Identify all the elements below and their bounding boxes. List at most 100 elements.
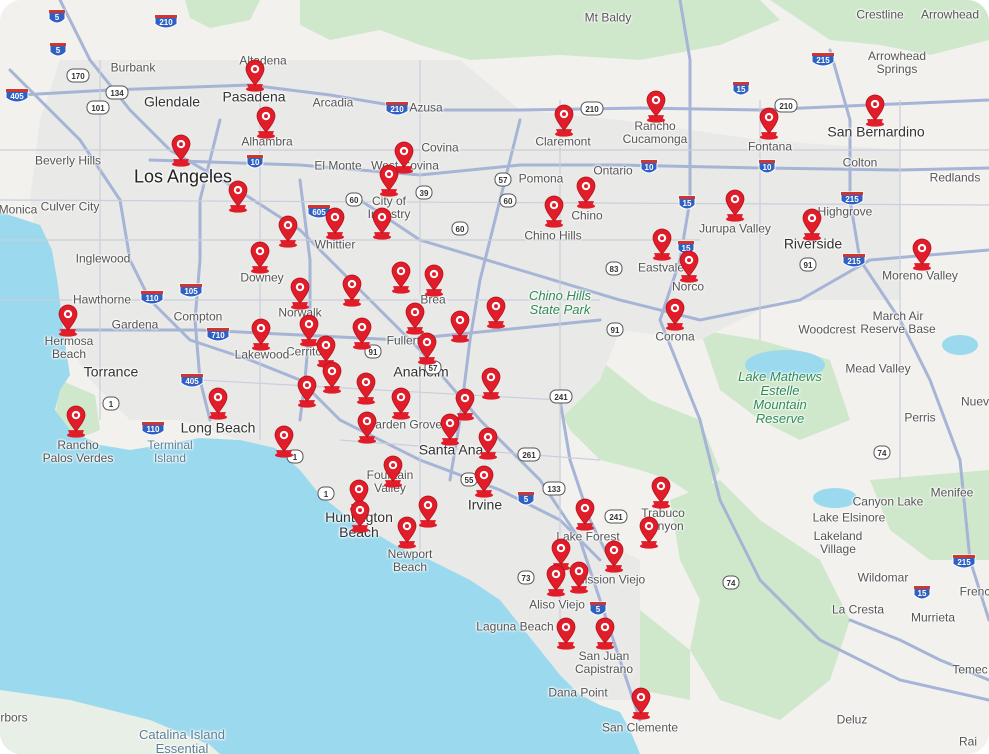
location-marker[interactable] [56,303,80,337]
location-marker[interactable] [479,366,503,400]
location-marker[interactable] [573,497,597,531]
location-marker[interactable] [663,297,687,331]
location-marker[interactable] [554,616,578,650]
map-pin-icon [356,372,376,405]
route-shield-number: 1 [109,400,114,409]
route-shield-60: 60 [499,193,517,208]
location-marker[interactable] [226,179,250,213]
location-marker[interactable] [389,260,413,294]
location-marker[interactable] [206,386,230,420]
location-marker[interactable] [248,240,272,274]
map-pin-icon [58,304,78,337]
location-marker[interactable] [254,105,278,139]
map-pin-icon [372,207,392,240]
route-shield-405: 405 [180,373,204,388]
location-marker[interactable] [354,371,378,405]
location-marker[interactable] [350,316,374,350]
location-marker[interactable] [272,424,296,458]
route-shield-10: 10 [640,159,658,174]
location-marker[interactable] [395,515,419,549]
map-pin-icon [325,207,345,240]
route-shield-number: 91 [611,326,620,335]
route-shield-91: 91 [606,322,624,337]
route-shield-number: 5 [524,495,529,504]
map-pin-icon [228,180,248,213]
location-marker[interactable] [415,331,439,365]
location-marker[interactable] [552,103,576,137]
map-canvas[interactable]: Altadena Mt Baldy Crestline Arrowhead Burban… [0,0,989,754]
map-pin-icon [478,427,498,460]
map-pin-icon [450,310,470,343]
location-marker[interactable] [249,317,273,351]
location-marker[interactable] [863,93,887,127]
route-shield-number: 215 [816,56,830,65]
map-pin-icon [604,540,624,573]
route-shield-91: 91 [799,257,817,272]
location-marker[interactable] [476,426,500,460]
location-marker[interactable] [723,188,747,222]
location-marker[interactable] [677,249,701,283]
location-marker[interactable] [403,301,427,335]
location-marker[interactable] [574,175,598,209]
route-shield-1: 1 [102,396,120,411]
route-shield-number: 60 [504,197,513,206]
route-shield-5: 5 [48,9,66,24]
location-marker[interactable] [288,276,312,310]
location-marker[interactable] [650,227,674,261]
location-marker[interactable] [644,89,668,123]
location-marker[interactable] [484,295,508,329]
route-shield-number: 5 [596,605,601,614]
route-shield-215: 215 [952,554,976,569]
route-shield-number: 710 [211,331,225,340]
location-marker[interactable] [381,454,405,488]
location-marker[interactable] [0,0,12,4]
location-marker[interactable] [323,206,347,240]
location-marker[interactable] [348,499,372,533]
location-marker[interactable] [276,214,300,248]
route-shield-number: 110 [146,294,159,303]
location-marker[interactable] [355,410,379,444]
location-marker[interactable] [422,263,446,297]
location-marker[interactable] [295,374,319,408]
map-pin-icon [424,264,444,297]
route-shield-number: 39 [420,189,429,198]
route-shield-210: 210 [385,101,409,116]
location-marker[interactable] [649,475,673,509]
location-marker[interactable] [340,273,364,307]
location-marker[interactable] [593,616,617,650]
location-marker[interactable] [416,494,440,528]
location-marker[interactable] [472,464,496,498]
location-marker[interactable] [438,412,462,446]
route-shield-1: 1 [317,486,335,501]
route-shield-number: 60 [350,196,359,205]
location-marker[interactable] [377,163,401,197]
location-marker[interactable] [800,207,824,241]
map-pin-icon [342,274,362,307]
route-shield-number: 215 [957,558,971,567]
location-marker[interactable] [542,194,566,228]
location-marker[interactable] [602,539,626,573]
location-marker[interactable] [910,237,934,271]
route-shield-5: 5 [49,42,67,57]
location-marker[interactable] [448,309,472,343]
route-shield-215: 215 [842,253,866,268]
route-shield-215: 215 [811,52,835,67]
route-shield-number: 241 [609,513,623,522]
location-marker[interactable] [567,560,591,594]
location-marker[interactable] [320,360,344,394]
location-marker[interactable] [64,404,88,438]
map-pin-icon [66,405,86,438]
route-shield-15: 15 [678,195,696,210]
location-marker[interactable] [370,206,394,240]
location-marker[interactable] [637,515,661,549]
location-marker[interactable] [544,563,568,597]
map-pin-icon [251,318,271,351]
route-shield-number: 15 [683,199,692,208]
location-marker[interactable] [757,106,781,140]
location-marker[interactable] [389,386,413,420]
location-marker[interactable] [169,133,193,167]
map-pin-icon [391,261,411,294]
location-marker[interactable] [629,686,653,720]
route-shield-number: 210 [390,105,404,114]
location-marker[interactable] [243,58,267,92]
